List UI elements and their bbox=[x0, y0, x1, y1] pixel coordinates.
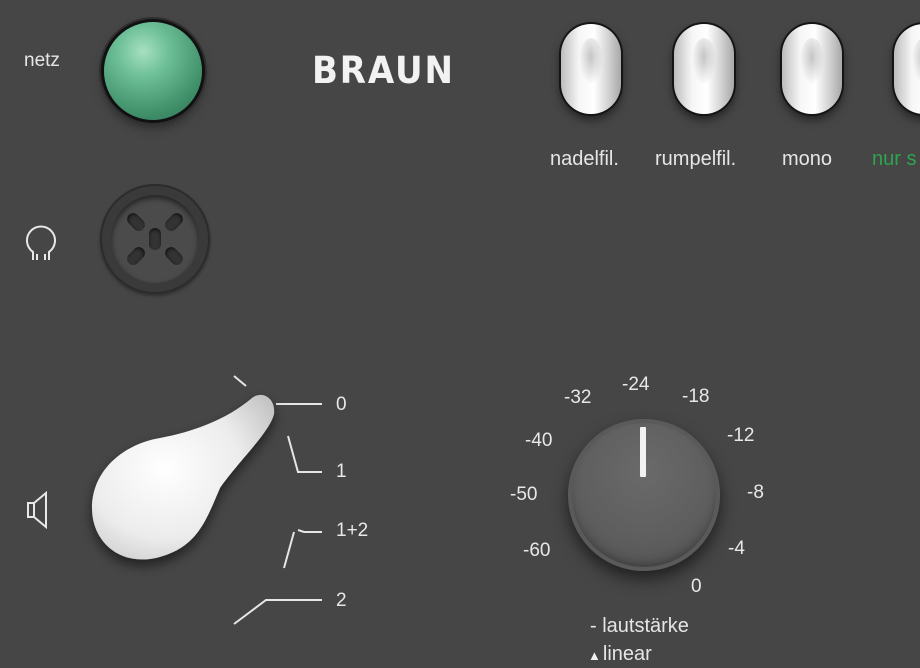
selector-position-0: 0 bbox=[336, 394, 347, 415]
volume-tick--4: -4 bbox=[728, 538, 745, 559]
headphone-jack[interactable] bbox=[100, 184, 210, 294]
switch-nur-s-button[interactable] bbox=[894, 24, 920, 114]
brand-logo: BRAUN bbox=[312, 49, 455, 92]
triangle-up-icon: ▲ bbox=[588, 648, 601, 663]
volume-tick--32: -32 bbox=[564, 387, 592, 408]
linear-label: linear bbox=[602, 643, 652, 665]
switch-mono-button[interactable] bbox=[782, 24, 842, 114]
selector-position-1-2: 1+2 bbox=[336, 520, 369, 541]
switch-mono-label: mono bbox=[782, 148, 833, 170]
volume-tick--24: -24 bbox=[622, 374, 650, 395]
speaker-icon bbox=[27, 490, 47, 530]
power-label: netz bbox=[24, 50, 60, 71]
volume-label: - lautstärke bbox=[590, 615, 689, 637]
linear-indicator: ▲ linear bbox=[588, 643, 652, 666]
selector-position-1: 1 bbox=[336, 461, 347, 482]
volume-tick--8: -8 bbox=[747, 482, 764, 503]
selector-position-2: 2 bbox=[336, 590, 347, 611]
volume-tick--60: -60 bbox=[523, 540, 551, 561]
switch-rumpelfil-label: rumpelfil. bbox=[655, 148, 737, 170]
selector-lever[interactable] bbox=[92, 394, 275, 560]
headphone-icon bbox=[26, 225, 56, 260]
volume-tick--50: -50 bbox=[510, 484, 538, 505]
volume-knob-pointer bbox=[640, 427, 646, 477]
volume-tick-0: 0 bbox=[691, 576, 702, 597]
switch-nur-s-label: nur s bbox=[872, 148, 917, 170]
switch-rumpelfil-button[interactable] bbox=[674, 24, 734, 114]
volume-knob[interactable] bbox=[568, 419, 720, 571]
switch-nadelfil-button[interactable] bbox=[561, 24, 621, 114]
switch-nadelfil-label: nadelfil. bbox=[550, 148, 619, 170]
volume-tick--40: -40 bbox=[525, 430, 553, 451]
volume-tick--18: -18 bbox=[682, 386, 710, 407]
power-button[interactable] bbox=[104, 22, 202, 120]
volume-tick--12: -12 bbox=[727, 425, 755, 446]
